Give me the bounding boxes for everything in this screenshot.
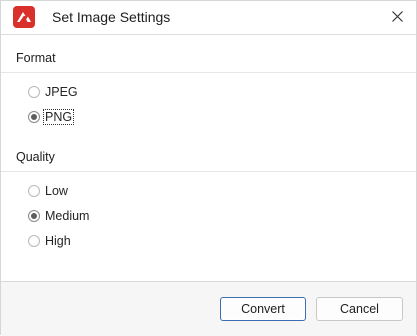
cancel-button[interactable]: Cancel bbox=[316, 297, 403, 321]
format-option-jpeg[interactable]: JPEG bbox=[28, 83, 78, 101]
quality-divider bbox=[1, 171, 416, 172]
quality-section-label: Quality bbox=[16, 150, 55, 164]
radio-label-jpeg: JPEG bbox=[45, 85, 78, 99]
format-section-label: Format bbox=[16, 51, 56, 65]
radio-jpeg[interactable] bbox=[28, 86, 40, 98]
close-icon bbox=[392, 11, 403, 22]
radio-label-high: High bbox=[45, 234, 71, 248]
quality-option-medium[interactable]: Medium bbox=[28, 207, 89, 225]
title-bar: Set Image Settings bbox=[1, 1, 416, 35]
radio-label-medium: Medium bbox=[45, 209, 90, 223]
app-logo-icon bbox=[13, 6, 35, 28]
radio-high[interactable] bbox=[28, 235, 40, 247]
radio-png[interactable] bbox=[28, 111, 40, 123]
image-settings-dialog: Set Image Settings Format JPEG PNG Quali… bbox=[0, 0, 417, 336]
dialog-footer: Convert Cancel bbox=[1, 281, 416, 336]
quality-option-low[interactable]: Low bbox=[28, 182, 68, 200]
format-option-png[interactable]: PNG bbox=[28, 108, 75, 126]
quality-option-high[interactable]: High bbox=[28, 232, 71, 250]
radio-medium[interactable] bbox=[28, 210, 40, 222]
format-divider bbox=[1, 72, 416, 73]
radio-label-png: PNG bbox=[42, 109, 75, 125]
radio-low[interactable] bbox=[28, 185, 40, 197]
radio-label-low: Low bbox=[45, 184, 68, 198]
convert-button[interactable]: Convert bbox=[220, 297, 306, 321]
close-button[interactable] bbox=[384, 3, 412, 31]
dialog-title: Set Image Settings bbox=[52, 9, 171, 25]
